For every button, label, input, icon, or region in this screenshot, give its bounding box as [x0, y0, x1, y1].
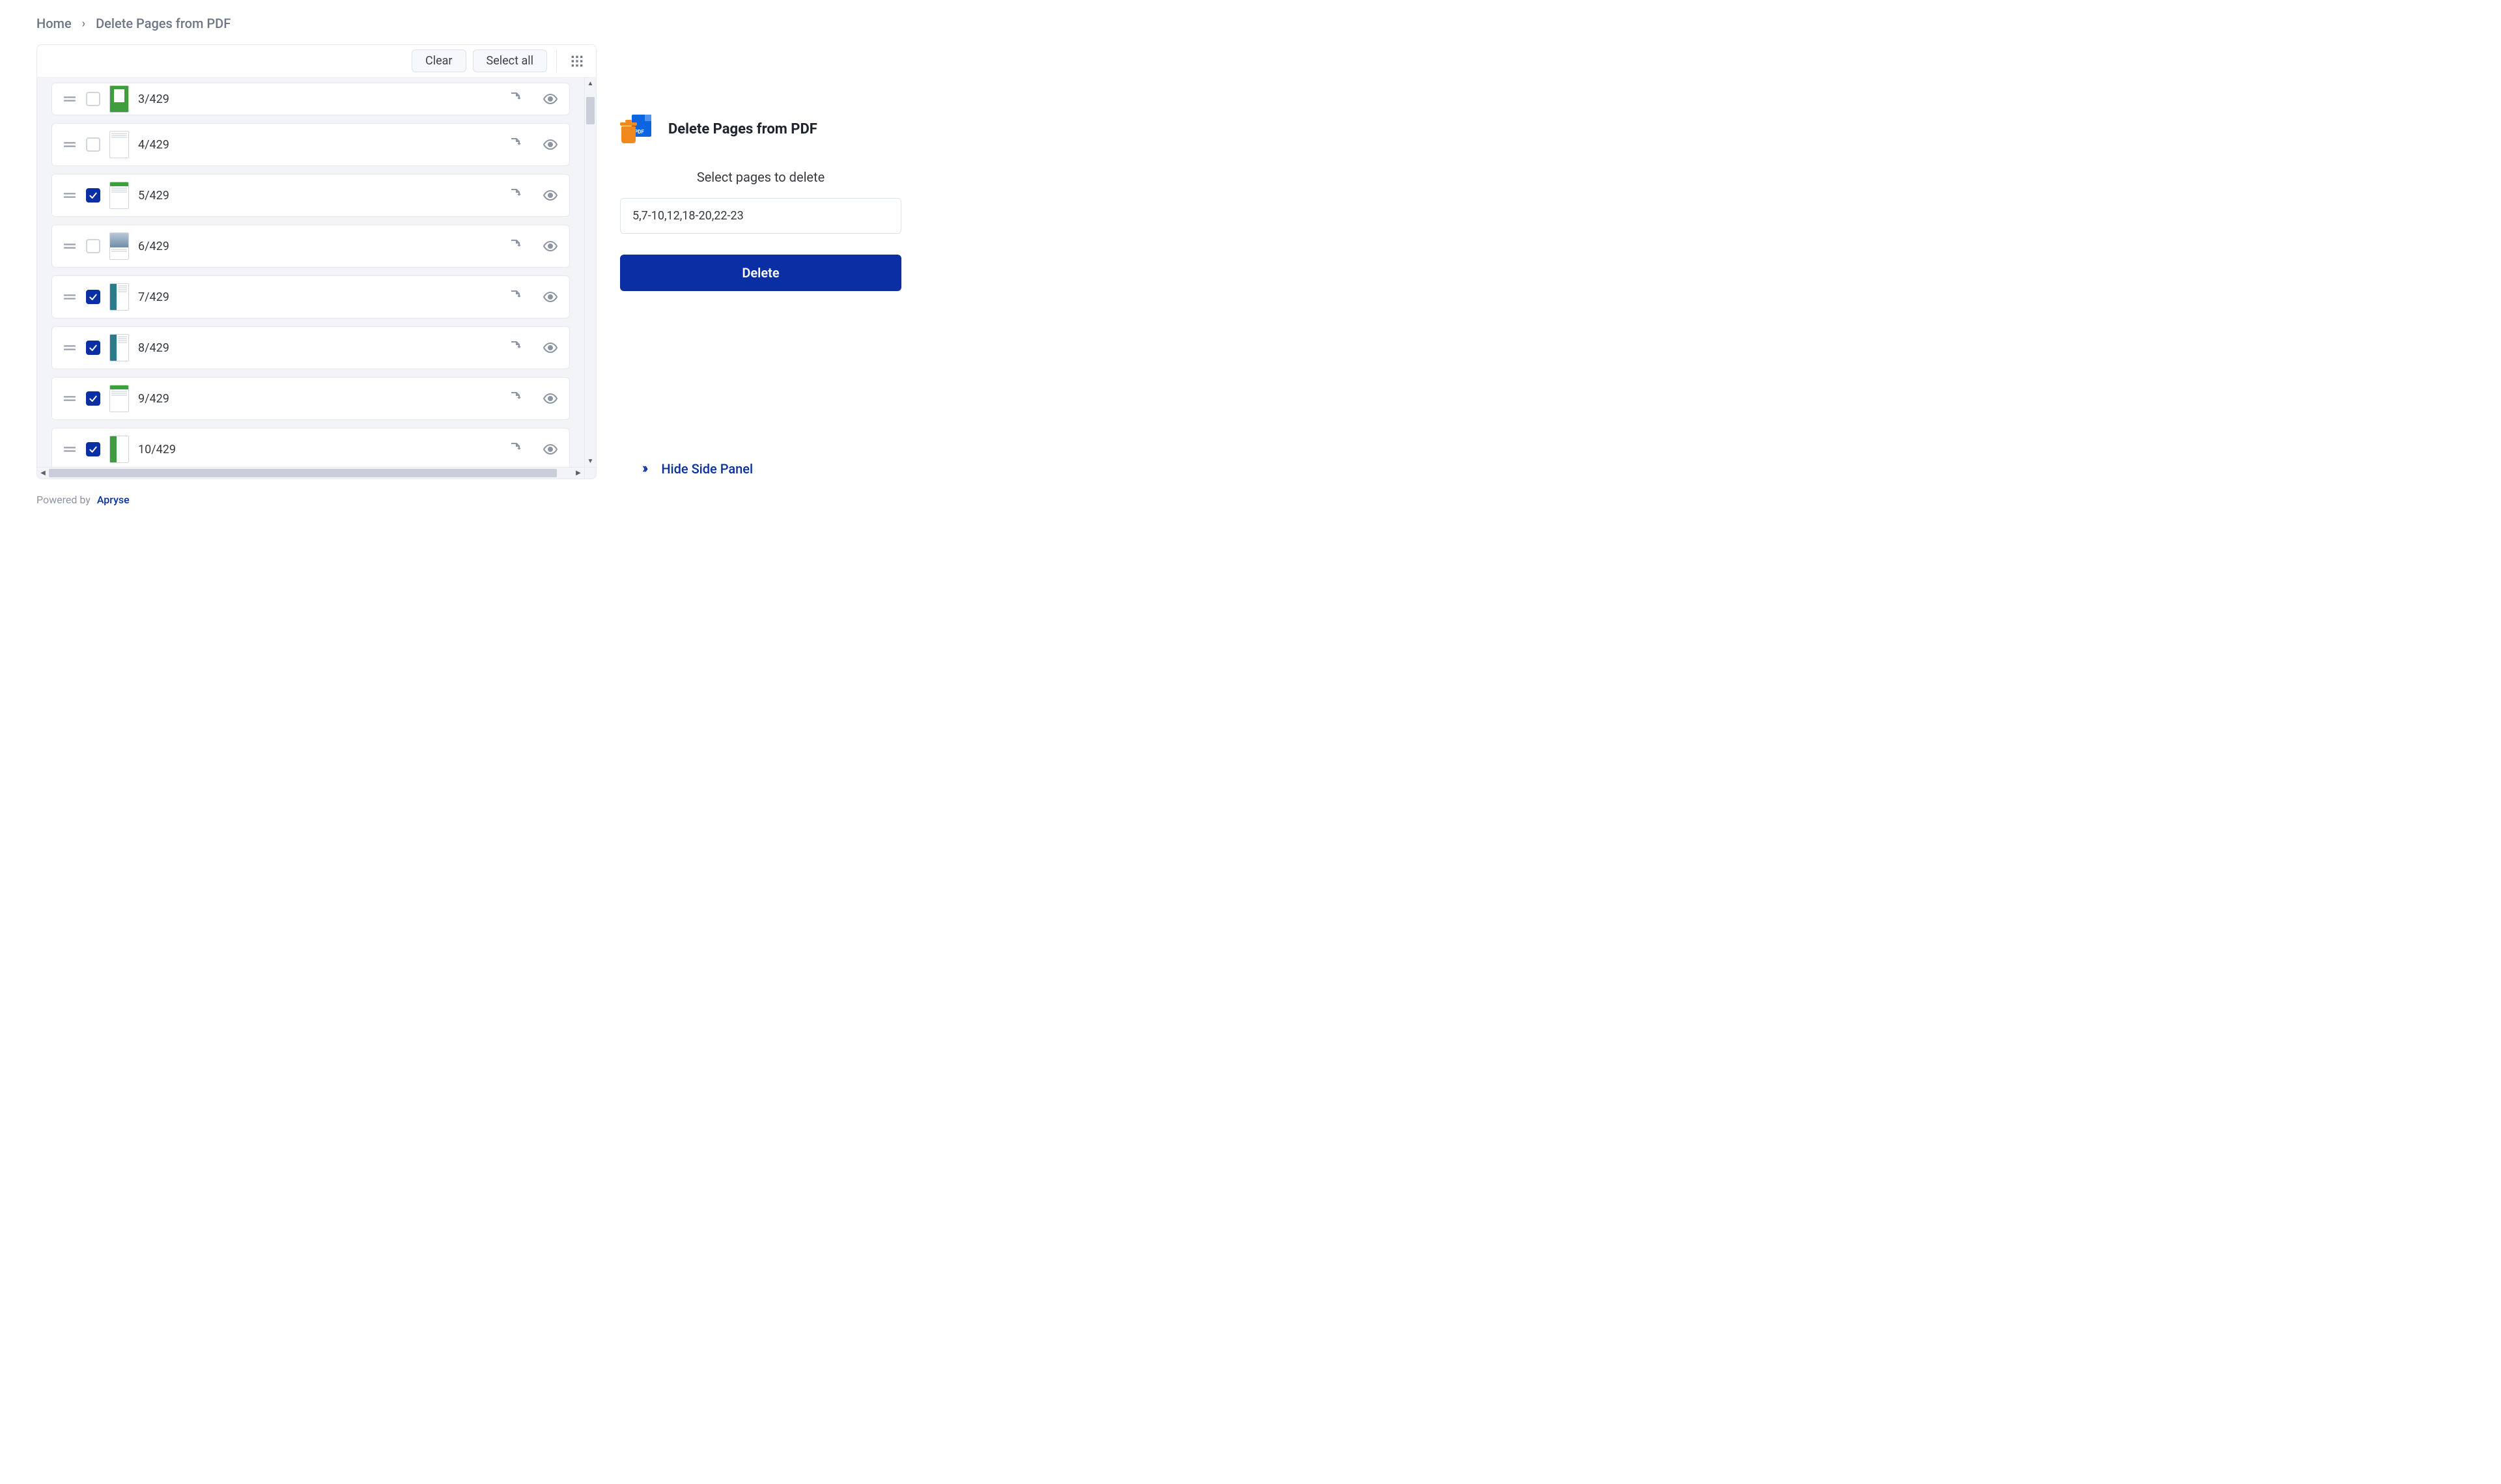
page-row[interactable]: 6/429: [51, 225, 570, 268]
scroll-right-arrow-icon[interactable]: ▶: [572, 469, 584, 477]
page-label: 5/429: [138, 189, 498, 203]
drag-handle-icon[interactable]: [63, 242, 77, 250]
breadcrumb-home[interactable]: Home: [36, 16, 72, 31]
drag-handle-icon[interactable]: [63, 191, 77, 199]
row-checkbox[interactable]: [86, 442, 100, 456]
page-thumbnail: [109, 131, 129, 158]
scroll-corner: [584, 467, 596, 479]
move-page-button[interactable]: [507, 441, 524, 458]
page-label: 10/429: [138, 443, 498, 456]
drag-handle-icon[interactable]: [63, 141, 77, 148]
row-checkbox[interactable]: [86, 239, 100, 253]
row-checkbox[interactable]: [86, 341, 100, 355]
chevron-right-icon: ›: [82, 17, 85, 31]
page-thumbnail: [109, 385, 129, 412]
preview-page-button[interactable]: [542, 441, 559, 458]
move-page-button[interactable]: [507, 238, 524, 255]
scroll-thumb[interactable]: [586, 97, 595, 124]
horizontal-scrollbar[interactable]: ◀ ▶: [37, 467, 584, 479]
delete-button[interactable]: Delete: [620, 255, 901, 291]
row-checkbox[interactable]: [86, 188, 100, 203]
row-checkbox[interactable]: [86, 290, 100, 304]
scroll-track-h[interactable]: [49, 468, 572, 479]
page-label: 6/429: [138, 240, 498, 253]
page-range-input[interactable]: [620, 198, 901, 234]
page-row[interactable]: 3/429: [51, 83, 570, 115]
move-page-button[interactable]: [507, 187, 524, 204]
scroll-thumb-h[interactable]: [49, 469, 557, 477]
page-row[interactable]: 9/429: [51, 377, 570, 420]
preview-page-button[interactable]: [542, 187, 559, 204]
toolbar: Clear Select all: [37, 45, 596, 77]
preview-page-button[interactable]: [542, 390, 559, 407]
preview-page-button[interactable]: [542, 238, 559, 255]
drag-handle-icon[interactable]: [63, 293, 77, 301]
page-list-panel: Clear Select all 3/429 4/429 5/429 6/429 7/4…: [36, 44, 597, 479]
breadcrumb: Home › Delete Pages from PDF: [36, 0, 901, 44]
drag-handle-icon[interactable]: [63, 344, 77, 352]
footer: Powered by Apryse: [36, 494, 901, 506]
row-checkbox[interactable]: [86, 92, 100, 106]
side-panel-title: Delete Pages from PDF: [668, 121, 817, 137]
page-label: 7/429: [138, 290, 498, 304]
page-thumbnail: [109, 232, 129, 260]
page-row[interactable]: 4/429: [51, 123, 570, 166]
row-checkbox[interactable]: [86, 137, 100, 152]
scroll-track[interactable]: [585, 89, 596, 455]
footer-prefix: Powered by: [36, 494, 91, 506]
move-page-button[interactable]: [507, 91, 524, 107]
scroll-left-arrow-icon[interactable]: ◀: [37, 469, 49, 477]
move-page-button[interactable]: [507, 339, 524, 356]
preview-page-button[interactable]: [542, 288, 559, 305]
move-page-button[interactable]: [507, 288, 524, 305]
page-label: 3/429: [138, 92, 498, 106]
drag-handle-icon[interactable]: [63, 95, 77, 103]
page-thumbnail: [109, 334, 129, 361]
breadcrumb-current: Delete Pages from PDF: [96, 16, 231, 31]
page-label: 8/429: [138, 341, 498, 355]
drag-handle-icon[interactable]: [63, 445, 77, 453]
page-row[interactable]: 8/429: [51, 326, 570, 369]
page-list-wrapper: 3/429 4/429 5/429 6/429 7/429 8/429 9/429 10/42…: [37, 77, 596, 479]
scroll-down-arrow-icon[interactable]: ▼: [585, 455, 596, 467]
side-panel: PDF Delete Pages from PDF Select pages t…: [620, 44, 901, 477]
page-list[interactable]: 3/429 4/429 5/429 6/429 7/429 8/429 9/429 10/42…: [37, 77, 584, 467]
delete-pdf-icon: PDF: [620, 115, 657, 143]
page-thumbnail: [109, 182, 129, 209]
side-panel-header: PDF Delete Pages from PDF: [620, 115, 901, 143]
page-thumbnail: [109, 436, 129, 463]
preview-page-button[interactable]: [542, 91, 559, 107]
hide-side-panel-link[interactable]: ›› Hide Side Panel: [620, 460, 901, 477]
page-row[interactable]: 5/429: [51, 174, 570, 217]
page-thumbnail: [109, 283, 129, 311]
grid-icon: [571, 55, 584, 68]
page-row[interactable]: 7/429: [51, 275, 570, 318]
preview-page-button[interactable]: [542, 339, 559, 356]
clear-button[interactable]: Clear: [412, 49, 466, 72]
vertical-scrollbar[interactable]: ▲ ▼: [584, 77, 596, 467]
row-checkbox[interactable]: [86, 391, 100, 406]
page-row[interactable]: 10/429: [51, 428, 570, 467]
move-page-button[interactable]: [507, 390, 524, 407]
grid-view-button[interactable]: [566, 50, 588, 72]
drag-handle-icon[interactable]: [63, 395, 77, 402]
hide-side-panel-label: Hide Side Panel: [661, 461, 753, 477]
page-label: 9/429: [138, 392, 498, 406]
scroll-up-arrow-icon[interactable]: ▲: [585, 77, 596, 89]
preview-page-button[interactable]: [542, 136, 559, 153]
footer-brand-link[interactable]: Apryse: [97, 494, 130, 506]
chevron-double-right-icon: ››: [642, 460, 645, 477]
select-all-button[interactable]: Select all: [473, 49, 547, 72]
side-panel-subtitle: Select pages to delete: [620, 169, 901, 185]
move-page-button[interactable]: [507, 136, 524, 153]
toolbar-divider: [556, 50, 557, 72]
page-label: 4/429: [138, 138, 498, 152]
page-thumbnail: [109, 85, 129, 113]
